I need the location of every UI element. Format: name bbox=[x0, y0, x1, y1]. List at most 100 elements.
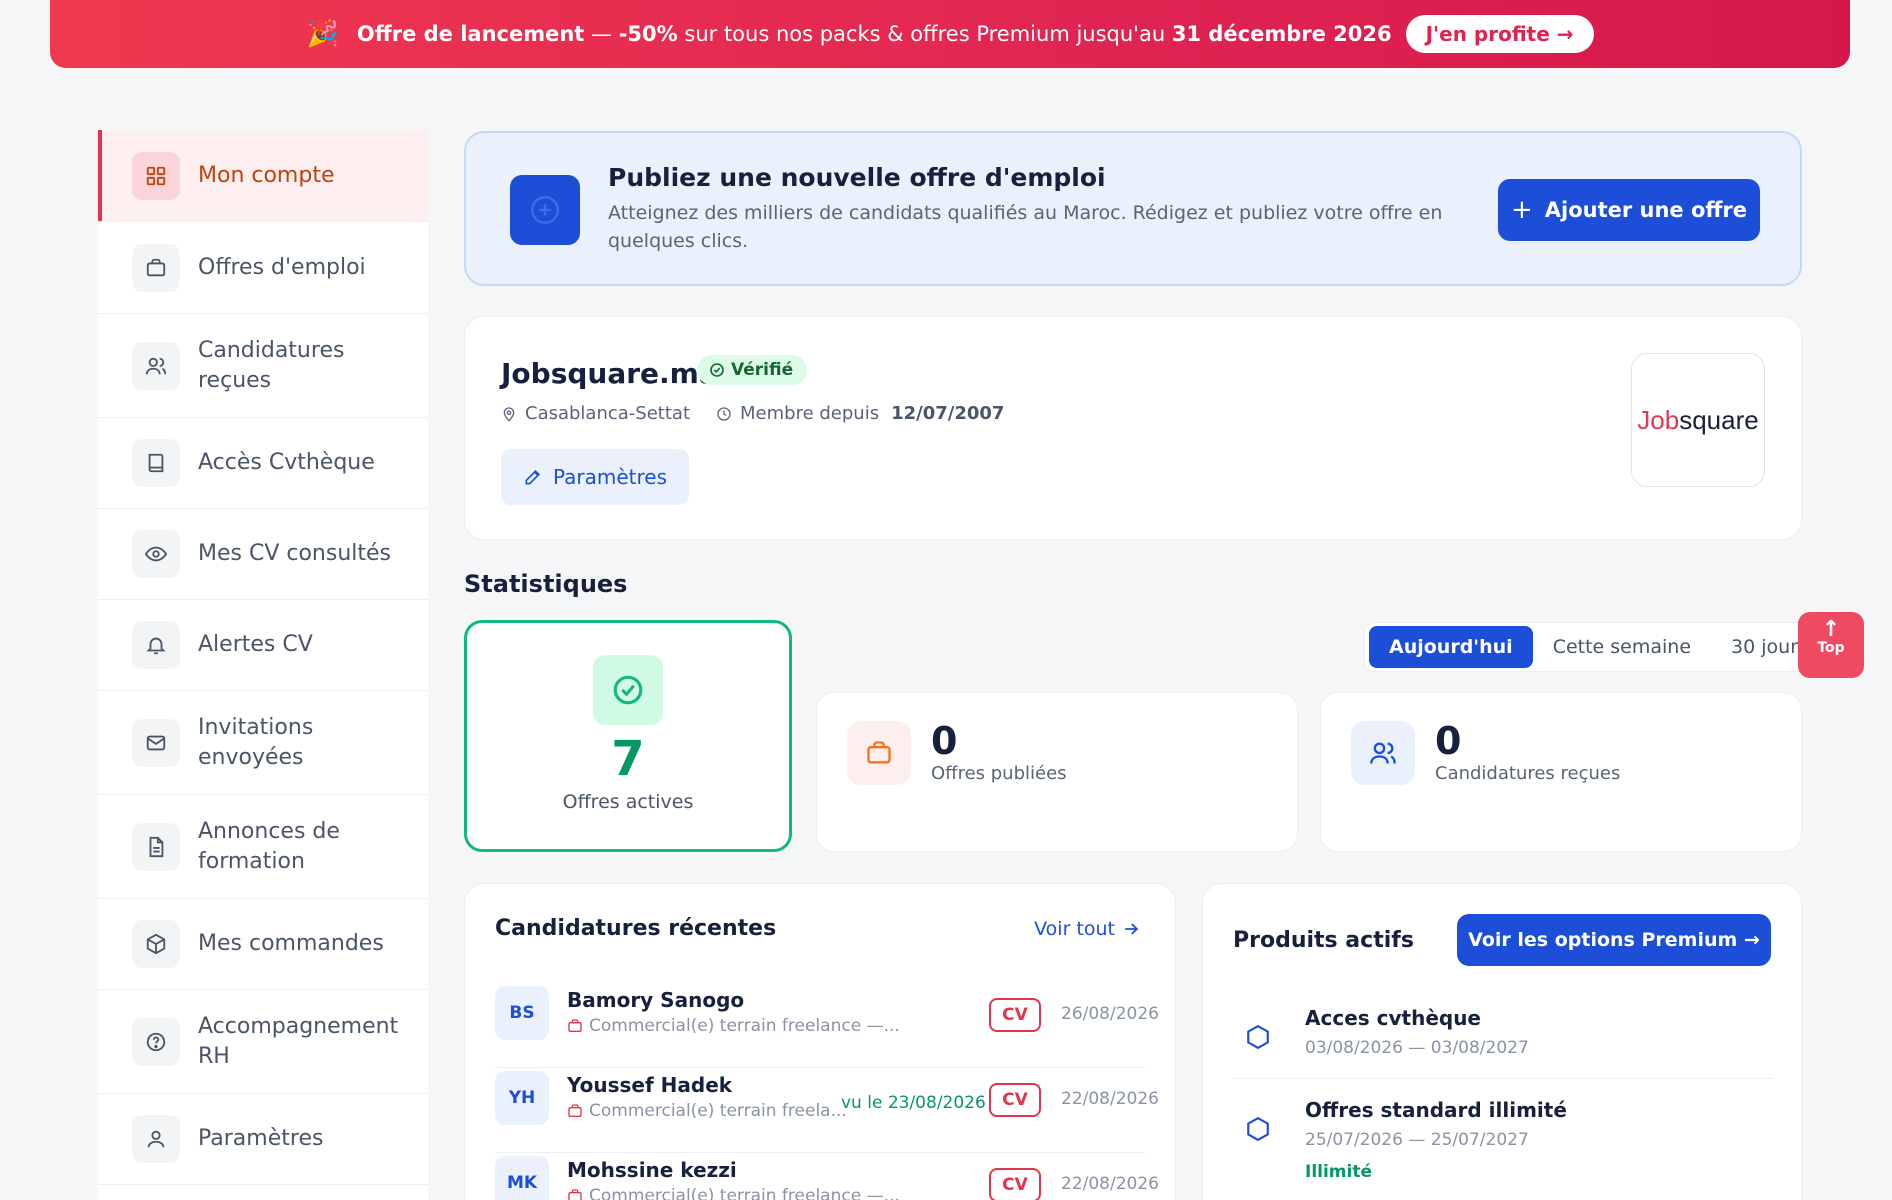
users-icon bbox=[132, 341, 180, 390]
publish-offer-card: Publiez une nouvelle offre d'emploi Atte… bbox=[464, 131, 1802, 286]
sidebar-item-label: Candidatures reçues bbox=[198, 337, 345, 393]
promo-text: Offre de lancement — -50% sur tous nos p… bbox=[356, 22, 1392, 46]
stat-value: 0 bbox=[1435, 719, 1462, 763]
sidebar-item-invitations[interactable]: Invitations envoyées bbox=[98, 691, 428, 795]
briefcase-icon bbox=[847, 721, 911, 785]
company-logo: Job square bbox=[1631, 353, 1765, 487]
hexagon-icon bbox=[1247, 1116, 1269, 1142]
sidebar-item-commandes[interactable]: Mes commandes bbox=[98, 899, 428, 990]
eye-icon bbox=[132, 530, 180, 578]
sidebar-item-label: Accès Cvthèque bbox=[198, 450, 375, 475]
sidebar-item-cvtheque[interactable]: Accès Cvthèque bbox=[98, 418, 428, 509]
list-item[interactable]: MK Mohssine kezzi Commercial(e) terrain … bbox=[495, 1154, 1159, 1200]
list-item[interactable]: YH Youssef Hadek Commercial(e) terrain f… bbox=[495, 1069, 1159, 1153]
stat-label: Offres actives bbox=[562, 791, 694, 813]
premium-options-button[interactable]: Voir les options Premium → bbox=[1457, 914, 1771, 966]
sidebar-item-offres[interactable]: Offres d'emploi bbox=[98, 222, 428, 314]
edit-icon bbox=[525, 469, 540, 485]
party-popper-icon: 🎉 bbox=[306, 19, 339, 49]
grid-icon bbox=[132, 151, 180, 200]
view-all-link[interactable]: Voir tout bbox=[1034, 918, 1141, 940]
scroll-top-button[interactable]: ↑ Top bbox=[1798, 612, 1864, 678]
cv-button[interactable]: CV bbox=[989, 998, 1041, 1032]
sidebar-item-accompagnement[interactable]: Accompagnement RH bbox=[98, 990, 428, 1094]
period-week[interactable]: Cette semaine bbox=[1533, 626, 1711, 668]
sidebar-item-label: Mes CV consultés bbox=[198, 541, 392, 566]
briefcase-icon bbox=[568, 1104, 582, 1117]
sidebar-item-label: Alertes CV bbox=[198, 632, 313, 657]
promo-banner: 🎉 Offre de lancement — -50% sur tous nos… bbox=[50, 0, 1850, 68]
application-date: 26/08/2026 bbox=[1061, 1004, 1159, 1024]
stat-value: 7 bbox=[611, 731, 645, 787]
sidebar-item-mon-compte[interactable]: Mon compte bbox=[98, 130, 428, 222]
cv-button[interactable]: CV bbox=[989, 1083, 1041, 1117]
briefcase-icon bbox=[568, 1019, 582, 1032]
stat-received-applications: 0 Candidatures reçues bbox=[1320, 692, 1802, 852]
check-circle-icon bbox=[710, 363, 724, 377]
sidebar-item-label: Mon compte bbox=[198, 162, 335, 188]
company-meta: Casablanca-Settat Membre depuis 12/07/20… bbox=[501, 403, 1004, 424]
publish-description: Atteignez des milliers de candidats qual… bbox=[608, 202, 1443, 252]
box-icon bbox=[132, 920, 180, 968]
arrow-up-icon: ↑ bbox=[1821, 617, 1841, 642]
products-title: Produits actifs bbox=[1233, 928, 1414, 953]
company-location: Casablanca-Settat bbox=[525, 403, 690, 424]
application-date: 22/08/2026 bbox=[1061, 1174, 1159, 1194]
stat-label: Offres publiées bbox=[931, 763, 1067, 784]
candidate-name: Mohssine kezzi bbox=[567, 1158, 737, 1182]
company-name: Jobsquare.ma bbox=[501, 357, 718, 390]
sidebar-item-label: Offres d'emploi bbox=[198, 254, 366, 280]
clock-icon bbox=[717, 406, 731, 421]
add-offer-button[interactable]: + Ajouter une offre bbox=[1498, 179, 1760, 241]
company-settings-button[interactable]: Paramètres bbox=[501, 449, 689, 505]
sidebar-item-alertes[interactable]: Alertes CV bbox=[98, 600, 428, 691]
product-dates: 25/07/2026 — 25/07/2027 bbox=[1305, 1130, 1529, 1150]
product-name: Acces cvthèque bbox=[1305, 1006, 1481, 1030]
publish-title: Publiez une nouvelle offre d'emploi bbox=[608, 163, 1106, 192]
recent-title: Candidatures récentes bbox=[495, 916, 777, 941]
candidate-job: Commercial(e) terrain freelance —... bbox=[567, 1186, 900, 1200]
sidebar-item-label: Accompagnement RH bbox=[198, 1013, 399, 1069]
member-since-label: Membre depuis bbox=[740, 403, 880, 424]
mail-icon bbox=[132, 718, 180, 767]
candidate-name: Bamory Sanogo bbox=[567, 988, 745, 1012]
avatar: BS bbox=[495, 986, 549, 1040]
plus-circle-icon bbox=[510, 175, 580, 245]
unlimited-badge: Illimité bbox=[1305, 1162, 1373, 1182]
bell-icon bbox=[132, 621, 180, 669]
stat-active-offers[interactable]: 7 Offres actives bbox=[464, 620, 792, 852]
recent-applications-card: Candidatures récentes Voir tout BS Bamor… bbox=[464, 883, 1176, 1200]
list-item[interactable]: BS Bamory Sanogo Commercial(e) terrain f… bbox=[495, 984, 1159, 1068]
verified-badge: Vérifié bbox=[697, 355, 808, 385]
cv-button[interactable]: CV bbox=[989, 1168, 1041, 1200]
company-card: Jobsquare.ma Vérifié Casablanca-Settat M… bbox=[464, 316, 1802, 540]
period-today[interactable]: Aujourd'hui bbox=[1369, 626, 1533, 668]
arrow-right-icon bbox=[1125, 923, 1139, 935]
sidebar-item-label: Mes commandes bbox=[198, 931, 384, 956]
stat-label: Candidatures reçues bbox=[1435, 763, 1621, 784]
avatar: MK bbox=[495, 1156, 549, 1200]
candidate-name: Youssef Hadek bbox=[567, 1073, 733, 1097]
avatar: YH bbox=[495, 1071, 549, 1125]
sidebar-item-parametres[interactable]: Paramètres bbox=[98, 1094, 428, 1185]
divider bbox=[1233, 1078, 1773, 1079]
book-icon bbox=[132, 439, 180, 487]
sidebar-item-cv-consultes[interactable]: Mes CV consultés bbox=[98, 509, 428, 600]
document-icon bbox=[132, 822, 180, 871]
active-products-card: Produits actifs Voir les options Premium… bbox=[1202, 883, 1802, 1200]
users-icon bbox=[1351, 721, 1415, 785]
promo-cta-button[interactable]: J'en profite → bbox=[1405, 15, 1594, 53]
user-icon bbox=[132, 1115, 180, 1163]
sidebar-item-candidatures[interactable]: Candidatures reçues bbox=[98, 314, 428, 418]
product-name: Offres standard illimité bbox=[1305, 1098, 1567, 1122]
help-circle-icon bbox=[132, 1017, 180, 1066]
briefcase-icon bbox=[568, 1189, 582, 1200]
location-pin-icon bbox=[503, 406, 515, 422]
plus-icon: + bbox=[1510, 195, 1533, 225]
member-since-date: 12/07/2007 bbox=[891, 403, 1005, 424]
stat-value: 0 bbox=[931, 719, 958, 763]
sidebar-item-formation[interactable]: Annonces de formation bbox=[98, 795, 428, 899]
briefcase-icon bbox=[132, 243, 180, 292]
product-dates: 03/08/2026 — 03/08/2027 bbox=[1305, 1038, 1529, 1058]
seen-date: vu le 23/08/2026 bbox=[841, 1093, 986, 1113]
